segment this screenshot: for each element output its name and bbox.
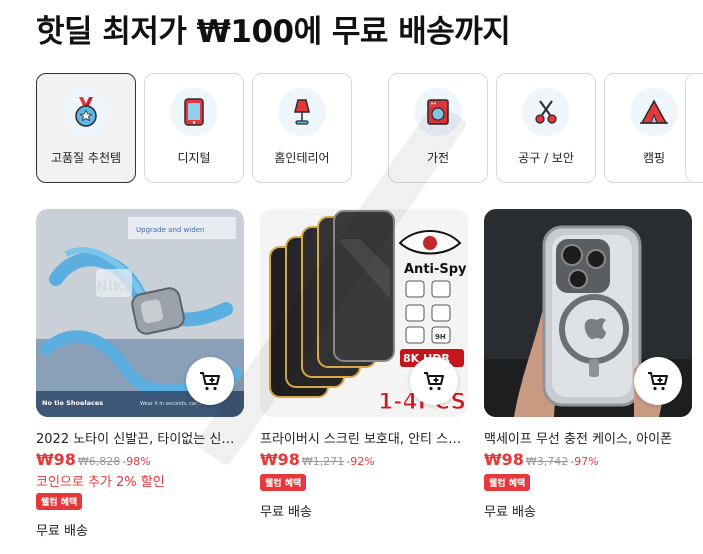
cart-plus-icon — [424, 372, 444, 391]
free-shipping-label: 무료 배송 — [484, 505, 536, 520]
product-card[interactable]: 맥세이프 무선 충전 케이스, 아이폰 ₩98 ₩3,742 -97% 웰컴 혜택 … — [484, 209, 692, 520]
price-row: ₩98 ₩1,271 -92% — [260, 450, 468, 470]
free-shipping-label: 무료 배송 — [36, 524, 88, 539]
washing-machine-icon — [414, 88, 462, 136]
tablet-icon — [170, 88, 218, 136]
category-quality-picks[interactable]: 고품질 추천템 — [36, 73, 136, 183]
add-to-cart-button[interactable] — [186, 357, 234, 405]
sale-price: ₩98 — [36, 450, 76, 469]
price-row: ₩98 ₩6,828 -98% — [36, 450, 244, 470]
lamp-icon — [278, 88, 326, 136]
welcome-benefit-badge: 웰컴 혜택 — [260, 474, 307, 491]
sale-price: ₩98 — [260, 450, 300, 469]
svg-text:NIKE: NIKE — [96, 279, 133, 295]
product-title[interactable]: 2022 노타이 신발끈, 타이없는 신발끈 — [36, 428, 244, 445]
category-tools-security[interactable]: 공구 / 보안 — [496, 73, 596, 183]
original-price: ₩3,742 — [525, 455, 569, 468]
discount-rate: -92% — [346, 455, 375, 468]
product-card[interactable]: Anti-Spy 9H 8K HDR 1-4PCS 프라이버시 스크린 보호대,… — [260, 209, 468, 520]
discount-rate: -97% — [570, 455, 599, 468]
discount-rate: -98% — [122, 455, 151, 468]
product-card[interactable]: Upgrade and widen NIKE No tie Shoelaces … — [36, 209, 244, 539]
coin-discount-note: 코인으로 추가 2% 할인 — [36, 475, 165, 490]
product-title[interactable]: 프라이버시 스크린 보호대, 안티 스파이 — [260, 428, 468, 445]
product-image-privacy-screen[interactable]: Anti-Spy 9H 8K HDR 1-4PCS — [260, 209, 468, 417]
tent-icon — [630, 88, 678, 136]
add-to-cart-button[interactable] — [634, 357, 682, 405]
category-label: 공구 / 보안 — [518, 151, 574, 165]
product-title[interactable]: 맥세이프 무선 충전 케이스, 아이폰 — [484, 428, 692, 445]
category-next-partial[interactable] — [685, 73, 703, 183]
original-price: ₩6,828 — [77, 455, 121, 468]
category-digital[interactable]: 디지털 — [144, 73, 244, 183]
category-label: 가전 — [426, 151, 450, 165]
welcome-benefit-badge: 웰컴 혜택 — [36, 493, 83, 510]
original-price: ₩1,271 — [301, 455, 345, 468]
image-brand-text: Anti-Spy — [404, 262, 467, 277]
add-to-cart-button[interactable] — [410, 357, 458, 405]
medal-icon — [62, 88, 110, 136]
price-row: ₩98 ₩3,742 -97% — [484, 450, 692, 470]
category-label: 디지털 — [177, 151, 211, 165]
image-footer-left: No tie Shoelaces — [42, 399, 103, 407]
cart-plus-icon — [648, 372, 668, 391]
free-shipping-label: 무료 배송 — [260, 505, 312, 520]
page-headline: 핫딜 최저가 ₩100에 무료 배송까지 — [36, 14, 511, 50]
product-image-shoelaces[interactable]: Upgrade and widen NIKE No tie Shoelaces … — [36, 209, 244, 417]
category-label: 홈인테리어 — [274, 151, 330, 165]
image-hardness-text: 9H — [435, 333, 446, 341]
category-appliances[interactable]: 가전 — [388, 73, 488, 183]
image-footer-right: Wear it in seconds, car... — [140, 401, 202, 407]
category-carousel: 고품질 추천템 디지털 홈인테리어 가전 공구 / 보안 캠핑 — [36, 73, 703, 184]
sale-price: ₩98 — [484, 450, 524, 469]
image-banner-text: Upgrade and widen — [136, 226, 204, 234]
category-home-interior[interactable]: 홈인테리어 — [252, 73, 352, 183]
scissors-icon — [522, 88, 570, 136]
product-image-magsafe-case[interactable] — [484, 209, 692, 417]
welcome-benefit-badge: 웰컴 혜택 — [484, 474, 531, 491]
cart-plus-icon — [200, 372, 220, 391]
category-label: 고품질 추천템 — [50, 151, 122, 165]
